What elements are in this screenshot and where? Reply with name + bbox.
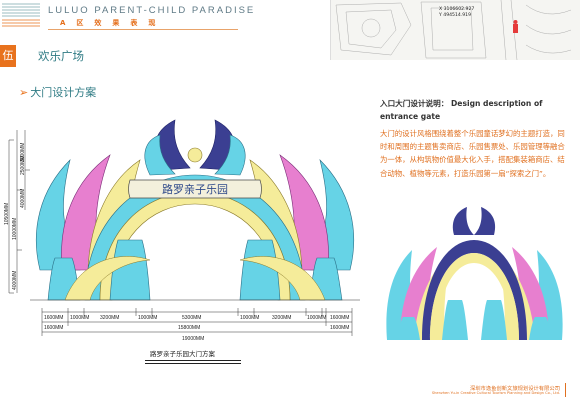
dim-top-1: 1600MM xyxy=(44,315,63,321)
dim-top-9: 1600MM xyxy=(330,315,349,321)
gate-arch: 路罗亲子乐园 xyxy=(35,119,355,301)
dim-left-5: 4000MM xyxy=(20,189,26,208)
map-coordinate-y: Y 494514.919 xyxy=(439,13,472,18)
description-body: 大门的设计风格围绕着整个乐园童话梦幻的主题打造，同时和周围的主题售卖商店、乐园售… xyxy=(380,129,565,178)
subsection-title-text: 大门设计方案 xyxy=(30,86,97,99)
gate-sign-text: 路罗亲子乐园 xyxy=(162,182,228,196)
dim-top-7: 3200MM xyxy=(272,315,291,321)
site-map-thumbnail: X 3106602.927 Y 494514.919 xyxy=(330,0,580,60)
caption-underline xyxy=(145,360,241,364)
header-divider xyxy=(48,29,238,30)
dim-top-4: 1000MM xyxy=(138,315,157,321)
footer-company-en: Shenzhen Yu-in Creative Cultural Tourism… xyxy=(431,391,560,395)
dim-left-1: 10500MM xyxy=(4,203,10,225)
dim-left-6: 3000MM xyxy=(20,143,26,162)
dim-mid-3: 1600MM xyxy=(330,325,349,331)
dim-mid-2: 15800MM xyxy=(178,325,200,331)
dim-top-5: 5300MM xyxy=(182,315,201,321)
chevron-right-icon: ➢ xyxy=(19,86,29,99)
header-stripes xyxy=(0,0,42,32)
header-title: LULUO PARENT-CHILD PARADISE xyxy=(48,5,256,16)
dim-bottom: 19000MM xyxy=(182,336,204,342)
gate-elevation-drawing: 10500MM 10000MM 4000MM 2500MM 4000MM 300… xyxy=(4,119,360,342)
dim-mid-1: 1600MM xyxy=(44,325,63,331)
subsection-title: ➢ 大门设计方案 xyxy=(19,84,96,100)
footer-divider xyxy=(565,383,566,397)
gate-rendering-thumbnail xyxy=(386,207,563,340)
drawing-caption: 路罗亲子乐园大门方案 xyxy=(150,350,215,358)
dim-top-3: 3200MM xyxy=(100,315,119,321)
dim-left-2: 10000MM xyxy=(12,218,18,240)
dim-left-3: 4000MM xyxy=(12,271,18,290)
section-badge: 伍 xyxy=(0,45,16,67)
section-title: 欢乐广场 xyxy=(38,49,84,63)
bottom-dimension-lines xyxy=(41,308,353,336)
dim-top-2: 1000MM xyxy=(70,315,89,321)
description-title: 入口大门设计说明： Design description of entrance… xyxy=(380,99,543,121)
header-subtitle: A区效果表现 xyxy=(60,19,167,27)
dim-top-8: 1000MM xyxy=(307,315,326,321)
dim-top-6: 1000MM xyxy=(240,315,259,321)
map-coordinate-x: X 3106602.927 xyxy=(439,7,475,12)
